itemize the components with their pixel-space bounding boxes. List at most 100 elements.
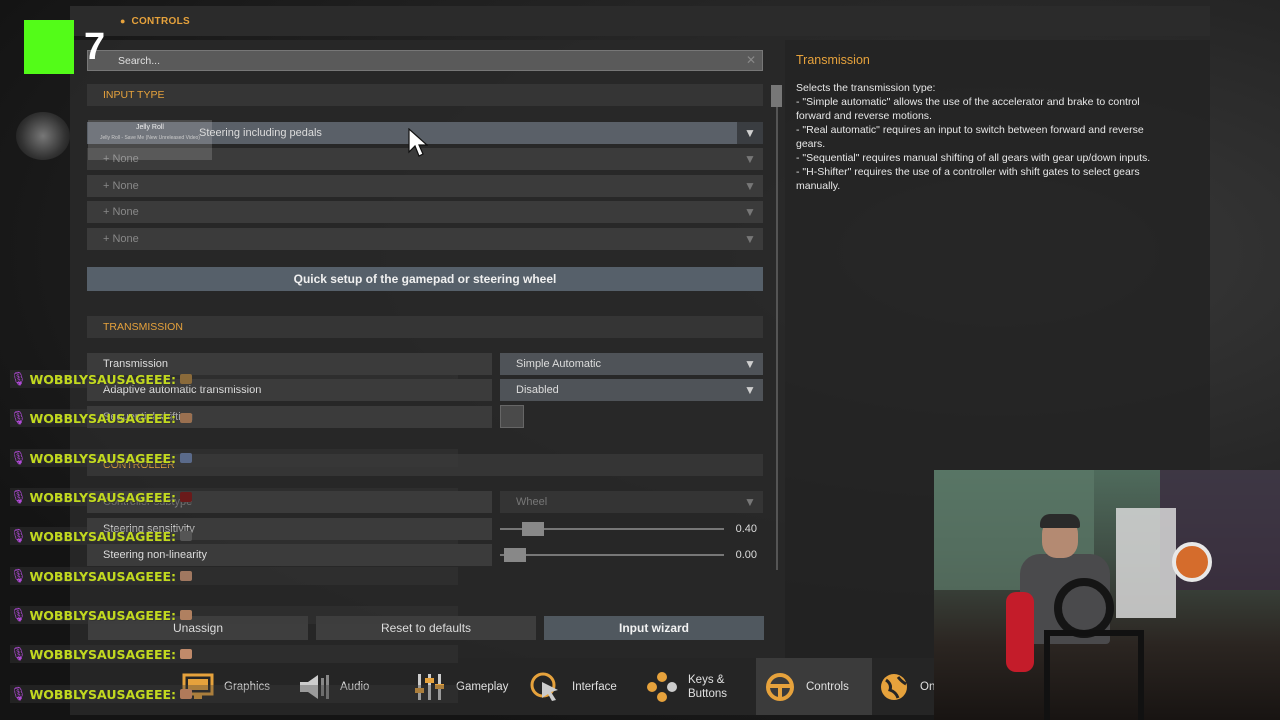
nav-label: Gameplay [456, 680, 509, 693]
nav-label: Keys & [688, 673, 725, 686]
info-line: manually. [796, 180, 841, 192]
controller-subtype-dropdown[interactable]: Wheel ▼ [500, 491, 763, 513]
chevron-down-icon[interactable]: ▼ [737, 353, 763, 375]
bullet-icon: ● [120, 16, 126, 26]
section-transmission: TRANSMISSION [87, 316, 763, 338]
nav-online[interactable]: On [878, 658, 934, 715]
mouse-cursor-icon [408, 127, 429, 163]
info-line: - "Real automatic" requires an input to … [796, 124, 1144, 136]
chat-username: WOBBLYSAUSAGEEE: [29, 371, 177, 387]
search-text: Search... [118, 55, 161, 67]
scrollbar-track[interactable] [776, 85, 778, 570]
chat-message: 🎙 WOBBLYSAUSAGEEE: [10, 527, 193, 545]
mic-icon: 🎙 [10, 686, 27, 701]
chevron-down-icon[interactable]: ▼ [737, 175, 763, 197]
chat-username: WOBBLYSAUSAGEEE: [29, 607, 177, 623]
nav-label: On [920, 680, 934, 693]
input-slot-dropdown[interactable]: + None ▼ [87, 175, 763, 197]
dropdown-value: + None [103, 233, 139, 245]
mic-icon: 🎙 [10, 450, 27, 465]
nav-label: Buttons [688, 687, 727, 700]
slider-thumb[interactable] [522, 522, 545, 536]
mic-icon: 🎙 [10, 646, 27, 661]
clear-icon[interactable]: ✕ [746, 53, 756, 67]
nav-label: Controls [806, 680, 849, 693]
chat-username: WOBBLYSAUSAGEEE: [29, 568, 177, 584]
dropdown-value: + None [103, 180, 139, 192]
logo-number: 7 [84, 25, 106, 68]
globe-icon [878, 671, 910, 703]
info-line: - "Simple automatic" allows the use of t… [796, 96, 1140, 108]
nav-keys-buttons[interactable]: Keys & Buttons [646, 658, 756, 715]
chevron-down-icon[interactable]: ▼ [737, 201, 763, 223]
song-artist: Jelly Roll [135, 124, 164, 131]
chevron-down-icon[interactable]: ▼ [737, 491, 763, 513]
chat-username: WOBBLYSAUSAGEEE: [29, 410, 177, 426]
slider-thumb[interactable] [504, 548, 526, 562]
chevron-down-icon[interactable]: ▼ [737, 148, 763, 170]
chevron-down-icon[interactable]: ▼ [737, 228, 763, 250]
mic-icon: 🎙 [10, 489, 27, 504]
nav-interface[interactable]: Interface [530, 658, 640, 715]
emote-icon [180, 413, 193, 423]
chat-username: WOBBLYSAUSAGEEE: [29, 528, 177, 544]
header-title: CONTROLS [131, 15, 190, 27]
slider-track[interactable] [500, 554, 724, 556]
nav-controls[interactable]: Controls [756, 658, 872, 715]
chat-username: WOBBLYSAUSAGEEE: [29, 686, 177, 702]
adaptive-transmission-dropdown[interactable]: Disabled ▼ [500, 379, 763, 401]
sequential-shifting-checkbox[interactable] [500, 405, 524, 428]
info-line: forward and reverse motions. [796, 110, 932, 122]
scrollbar-thumb[interactable] [771, 85, 782, 107]
emote-icon [180, 610, 193, 620]
input-wizard-button[interactable]: Input wizard [544, 616, 764, 640]
slider-value: 0.00 [735, 549, 757, 561]
info-line: Selects the transmission type: [796, 82, 936, 94]
transmission-dropdown[interactable]: Simple Automatic ▼ [500, 353, 763, 375]
chat-username: WOBBLYSAUSAGEEE: [29, 450, 177, 466]
settings-header: ● CONTROLS [70, 6, 1210, 36]
chat-message: 🎙 WOBBLYSAUSAGEEE: [10, 606, 193, 624]
nav-label-group: Keys & Buttons [688, 673, 727, 701]
emote-icon [180, 649, 193, 659]
now-playing-card: Jelly Roll Jelly Roll - Save Me (New Unr… [88, 120, 212, 160]
search-input[interactable]: Search... ✕ [87, 50, 763, 71]
chat-message: 🎙 WOBBLYSAUSAGEEE: [10, 567, 193, 585]
chat-message: 🎙 WOBBLYSAUSAGEEE: [10, 645, 193, 663]
slider-value: 0.40 [735, 523, 757, 535]
mic-icon: 🎙 [10, 568, 27, 583]
emote-icon [180, 453, 193, 463]
dropdown-value: Wheel [516, 496, 548, 508]
input-slot-dropdown[interactable]: + None ▼ [87, 201, 763, 223]
chevron-down-icon[interactable]: ▼ [737, 379, 763, 401]
emote-icon [180, 571, 193, 581]
input-slot-dropdown[interactable]: + None ▼ [87, 228, 763, 250]
emote-icon [180, 689, 193, 699]
section-input-type: INPUT TYPE [87, 84, 763, 106]
dropdown-value: + None [103, 206, 139, 218]
chat-username: WOBBLYSAUSAGEEE: [29, 646, 177, 662]
steering-non-linearity-slider[interactable]: 0.00 [500, 544, 763, 566]
steering-wheel-icon [764, 671, 796, 703]
webcam-feed [934, 470, 1280, 720]
kick-logo: 7 [24, 20, 120, 74]
album-art [16, 112, 70, 160]
webcam-wheel-stand [1044, 630, 1144, 720]
webcam-red-object [1006, 592, 1034, 672]
webcam-appliance [1116, 508, 1176, 618]
webcam-steering-wheel [1054, 578, 1114, 638]
kick-k-icon [24, 20, 74, 74]
steering-sensitivity-slider[interactable]: 0.40 [500, 518, 763, 540]
chat-message: 🎙 WOBBLYSAUSAGEEE: [10, 409, 193, 427]
nav-label: Interface [572, 680, 617, 693]
emote-icon [180, 374, 193, 384]
mic-icon: 🎙 [10, 410, 27, 425]
quick-setup-button[interactable]: Quick setup of the gamepad or steering w… [87, 267, 763, 291]
mic-icon: 🎙 [10, 371, 27, 386]
emote-icon [180, 492, 193, 502]
chevron-down-icon[interactable]: ▼ [737, 122, 763, 144]
info-line: - "Sequential" requires manual shifting … [796, 152, 1151, 164]
mic-icon: 🎙 [10, 607, 27, 622]
chat-username: WOBBLYSAUSAGEEE: [29, 489, 177, 505]
chat-message: 🎙 WOBBLYSAUSAGEEE: [10, 488, 193, 506]
